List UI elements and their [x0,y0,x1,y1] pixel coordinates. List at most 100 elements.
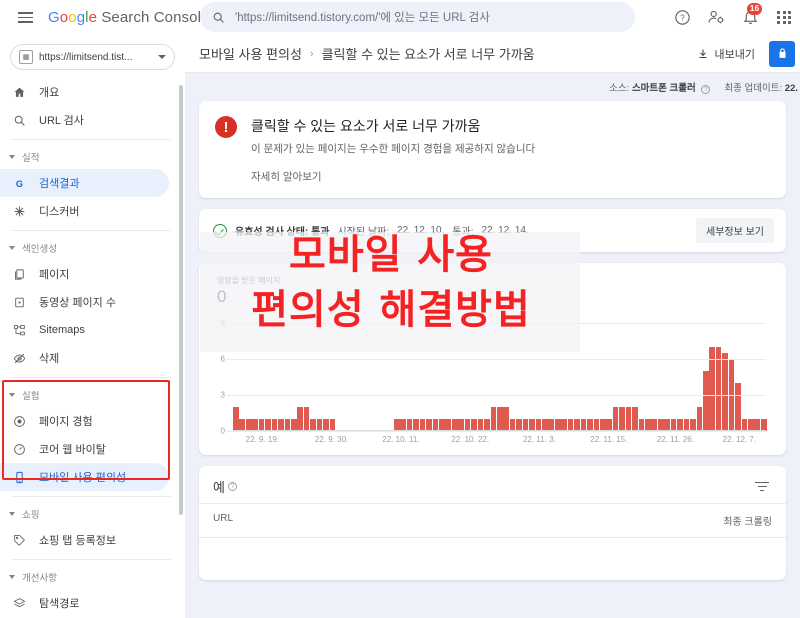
error-title: 클릭할 수 있는 요소가 서로 너무 가까움 [251,118,481,134]
filter-icon[interactable] [752,479,772,495]
sidebar-item-discover[interactable]: 디스커버 [0,197,169,225]
sidebar-item-label: 페이지 [39,269,70,281]
sidebar-item-label: 동영상 페이지 수 [39,297,116,309]
y-axis-tick: 6 [220,354,225,364]
sidebar-item-label: URL 검사 [39,115,84,127]
bar[interactable] [632,407,638,431]
sidebar-divider [12,496,171,497]
bar[interactable] [503,407,510,431]
bar[interactable] [619,407,625,431]
sidebar-section-label: 색인생성 [22,244,57,255]
export-button-label: 내보내기 [714,48,755,61]
sidebar-item-shopping-tab-listings[interactable]: 쇼핑 탭 등록정보 [0,526,169,554]
sidebar-section-shopping[interactable]: 쇼핑 [0,502,185,526]
hamburger-menu-icon[interactable] [8,12,42,23]
sidebar-item-label: 디스커버 [39,206,80,218]
bar[interactable] [496,407,503,431]
sidebar-item-label: 쇼핑 탭 등록정보 [39,535,116,547]
sidebar-item-label: 모바일 사용 편의성 [39,472,127,484]
help-circle-icon[interactable]: ? [227,482,237,491]
column-header-last-crawled[interactable]: 최종 크롤링 [723,513,772,528]
learn-more-link[interactable]: 자세히 알아보기 [251,169,770,184]
validation-started-label: 시작된 날짜: [337,227,390,238]
search-input-value: 'https://limitsend.tistory.com/'에 있는 모든 … [235,12,490,24]
sidebar-item-label: Sitemaps [39,324,85,336]
sidebar-item-sitemaps[interactable]: Sitemaps [0,316,169,344]
notifications-icon[interactable]: 16 [740,2,762,28]
apps-grid-icon[interactable] [774,8,794,28]
validation-card: 유효성 검사 상태: 통과 시작된 날짜: 22. 12. 10. 통과: 22… [199,209,786,252]
examples-header: 예 ? [199,466,786,503]
grid-line [227,359,766,360]
help-circle-icon[interactable]: ? [701,85,711,94]
bar[interactable] [696,407,703,431]
bar-chart-plot: 0 3 6 9 [211,319,774,436]
shopping-tag-icon [11,534,27,547]
sidebar-section-enhancements[interactable]: 개선사항 [0,565,185,589]
app-title-product: Search Console [101,9,210,26]
bar[interactable] [612,407,619,431]
chevron-down-icon [9,155,15,159]
sidebar-section-performance[interactable]: 실적 [0,145,185,169]
property-selector[interactable]: ▦ https://limitsend.tist... [10,44,175,70]
column-header-url[interactable]: URL [213,513,723,528]
chevron-down-icon [9,393,15,397]
sidebar-item-label: 검색결과 [39,178,80,190]
breadcrumb-parent[interactable]: 모바일 사용 편의성 [199,44,302,63]
breadcrumb-separator: › [309,47,314,60]
sidebar-item-url-inspection[interactable]: URL 검사 [0,106,169,134]
sidebar-item-video-pages[interactable]: 동영상 페이지 수 [0,288,169,316]
sidebar-item-removals[interactable]: 삭제 [0,344,169,372]
help-icon[interactable]: ? [672,8,692,28]
bar[interactable] [233,407,239,431]
sidebar-item-search-results[interactable]: G 검색결과 [0,169,169,197]
search-icon [213,12,224,23]
home-icon [11,86,27,99]
export-button[interactable]: 내보내기 [691,46,761,62]
mobile-icon [11,471,27,484]
sidebar-divider [12,230,171,231]
account-settings-icon[interactable] [706,8,726,28]
y-axis-tick: 3 [220,390,225,400]
grid-line [227,323,766,324]
google-g-icon: G [11,177,27,190]
sidebar-item-overview[interactable]: 개요 [0,78,169,106]
x-axis-tick: 22. 11. 15. [590,435,628,444]
sidebar-item-page-experience[interactable]: 페이지 경험 [0,407,169,435]
y-axis-tick: 0 [220,426,225,436]
validation-passed-label: 통과: [452,227,474,238]
source-info: 소스: 스마트폰 크롤러 ? [609,80,711,94]
bar[interactable] [297,407,304,431]
breadcrumb-current: 클릭할 수 있는 요소가 서로 너무 가까움 [321,47,535,62]
pages-icon [11,268,27,281]
chart-card: 영향을 받은 페이지 0 0369 22. 9. 19. 22. 9. 30. 22… [199,263,786,455]
bar[interactable] [702,371,709,431]
sidebar-item-mobile-usability[interactable]: 모바일 사용 편의성 [0,463,169,491]
meta-row: 소스: 스마트폰 크롤러 ? 최종 업데이트: 22. [185,73,800,101]
sidebar: ▦ https://limitsend.tist... 개요 URL 검사 실적… [0,35,185,618]
last-updated-info: 최종 업데이트: 22. [724,80,798,94]
search-input[interactable]: 'https://limitsend.tistory.com/'에 있는 모든 … [200,2,635,32]
sidebar-divider [12,139,171,140]
search-icon [11,114,27,127]
chevron-down-icon [9,575,15,579]
sidebar-item-breadcrumbs[interactable]: 탐색경로 [0,589,169,617]
chevron-down-icon [9,246,15,250]
top-bar: Google Search Console 'https://limitsend… [0,0,800,35]
bar[interactable] [625,407,632,431]
sidebar-section-indexing[interactable]: 색인생성 [0,236,185,260]
bar[interactable] [490,407,497,431]
sidebar-section-experiments[interactable]: 실험 [0,383,185,407]
main-header: 모바일 사용 편의성 › 클릭할 수 있는 요소가 서로 너무 가까움 내보내기 [185,35,800,73]
lock-button[interactable] [769,40,795,67]
sidebar-item-pages[interactable]: 페이지 [0,260,169,288]
core-web-vitals-icon [11,443,27,456]
view-details-button[interactable]: 세부정보 보기 [696,218,774,243]
x-axis-tick: 22. 10. 11. [382,435,420,444]
sidebar-scrollbar[interactable] [179,85,183,515]
chevron-down-icon [9,512,15,516]
bar[interactable] [722,353,728,431]
bar[interactable] [735,383,741,431]
sidebar-item-core-web-vitals[interactable]: 코어 웹 바이탈 [0,435,169,463]
bar[interactable] [303,407,310,431]
